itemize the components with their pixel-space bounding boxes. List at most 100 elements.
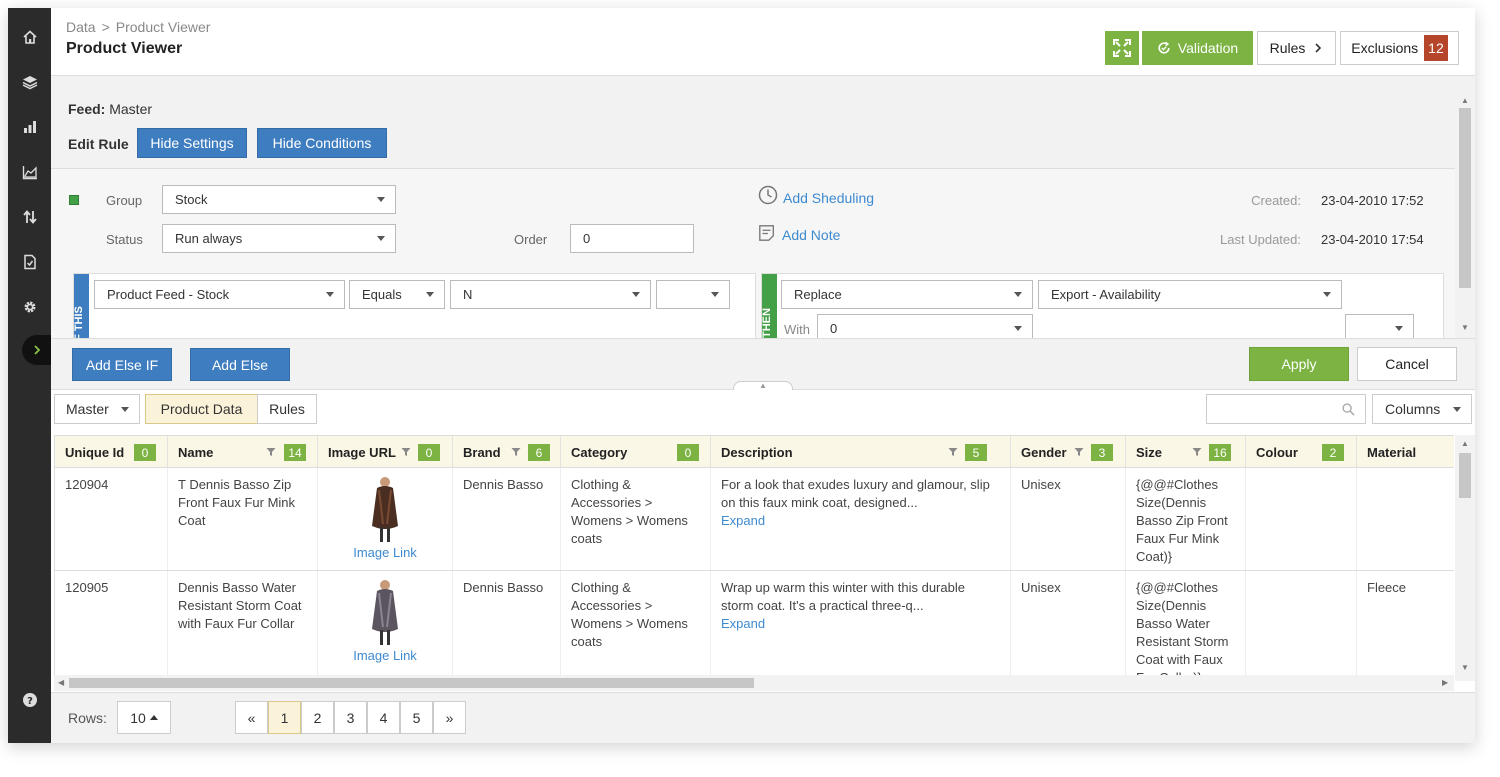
caret-down-icon <box>1395 326 1403 331</box>
search-icon <box>1342 402 1355 416</box>
column-header[interactable]: Unique Id 0 <box>55 436 168 469</box>
area-chart-icon[interactable] <box>8 160 51 184</box>
filter-icon[interactable] <box>401 447 411 457</box>
scroll-up-icon[interactable]: ▲ <box>1461 96 1469 105</box>
filter-icon[interactable] <box>511 447 521 457</box>
sidebar-expand-button[interactable] <box>22 335 52 365</box>
cell-brand: Dennis Basso <box>453 468 561 570</box>
image-link[interactable]: Image Link <box>328 544 442 562</box>
rules-button[interactable]: Rules <box>1257 31 1336 65</box>
columns-select[interactable]: Columns <box>1372 394 1472 424</box>
exclusions-button[interactable]: Exclusions 12 <box>1340 31 1459 65</box>
gear-icon[interactable] <box>8 295 51 319</box>
column-count-badge: 14 <box>284 444 306 461</box>
order-input[interactable]: 0 <box>570 224 694 253</box>
cell-text: Unisex <box>1021 580 1061 595</box>
column-header[interactable]: Size 16 <box>1126 436 1246 469</box>
scroll-right-icon[interactable]: ▶ <box>1442 678 1448 687</box>
with-value-select[interactable]: 0 <box>817 314 1033 338</box>
apply-button[interactable]: Apply <box>1249 347 1349 381</box>
add-note-link[interactable]: Add Note <box>758 223 840 243</box>
created-label: Created: <box>1251 193 1301 208</box>
expand-link[interactable]: Expand <box>721 512 1000 530</box>
column-header[interactable]: Name 14 <box>168 436 318 469</box>
expand-link[interactable]: Expand <box>721 615 1000 633</box>
document-icon[interactable] <box>8 250 51 274</box>
cell-colour <box>1246 571 1357 675</box>
group-select[interactable]: Stock <box>162 185 396 214</box>
pagination-page[interactable]: 4 <box>367 701 400 734</box>
columns-label: Columns <box>1385 401 1441 417</box>
pagination-next[interactable]: » <box>433 701 466 734</box>
cell-name: T Dennis Basso Zip Front Faux Fur Mink C… <box>168 468 318 570</box>
column-header[interactable]: Gender 3 <box>1011 436 1126 469</box>
order-value: 0 <box>583 231 591 246</box>
status-select[interactable]: Run always <box>162 224 396 253</box>
filter-icon[interactable] <box>1074 447 1084 457</box>
breadcrumb-data[interactable]: Data <box>66 19 96 35</box>
tab-product-data[interactable]: Product Data <box>145 394 258 424</box>
condition-field-select[interactable]: Product Feed - Stock <box>94 280 345 309</box>
home-icon[interactable] <box>8 25 51 49</box>
rows-per-page-select[interactable]: 10 <box>117 701 171 734</box>
pagination-page[interactable]: 1 <box>268 701 301 734</box>
grid-horizontal-scrollbar[interactable]: ◀ ▶ <box>54 675 1454 691</box>
rule-area-scrollbar[interactable]: ▲ ▼ <box>1455 76 1475 338</box>
condition-operator-select[interactable]: Equals <box>349 280 445 309</box>
column-header[interactable]: Category 0 <box>561 436 711 469</box>
pagination-prev[interactable]: « <box>235 701 268 734</box>
feed-select[interactable]: Master <box>54 394 140 424</box>
pagination-page[interactable]: 2 <box>301 701 334 734</box>
condition-extra-select[interactable] <box>656 280 730 309</box>
tab-rules[interactable]: Rules <box>257 394 317 424</box>
pagination-page[interactable]: 3 <box>334 701 367 734</box>
grid-vertical-scrollbar[interactable]: ▲ ▼ <box>1455 435 1475 681</box>
column-header-label: Image URL <box>328 445 396 460</box>
filter-icon[interactable] <box>266 447 276 457</box>
scroll-up-icon[interactable]: ▲ <box>1461 439 1469 448</box>
layers-icon[interactable] <box>8 70 51 94</box>
column-header-label: Brand <box>463 445 501 460</box>
action-type-select[interactable]: Replace <box>781 280 1033 309</box>
with-extra-select[interactable] <box>1345 314 1414 338</box>
add-else-button[interactable]: Add Else <box>190 348 290 381</box>
hide-settings-button[interactable]: Hide Settings <box>137 128 247 158</box>
bar-chart-icon[interactable] <box>8 115 51 139</box>
table-row[interactable]: 120904 T Dennis Basso Zip Front Faux Fur … <box>55 468 1454 571</box>
table-row[interactable]: 120905 Dennis Basso Water Resistant Storm… <box>55 571 1454 675</box>
validation-button[interactable]: Validation <box>1142 31 1253 65</box>
cancel-button[interactable]: Cancel <box>1357 347 1457 381</box>
hide-conditions-button[interactable]: Hide Conditions <box>257 128 387 158</box>
feed-info: Feed: Master <box>68 101 152 117</box>
column-count-badge: 16 <box>1209 444 1231 461</box>
column-header[interactable]: Brand 6 <box>453 436 561 469</box>
transfer-icon[interactable] <box>8 205 51 229</box>
column-header-label: Description <box>721 445 793 460</box>
search-input[interactable] <box>1206 394 1366 424</box>
scrollbar-thumb[interactable] <box>1459 108 1471 288</box>
with-value: 0 <box>830 321 838 336</box>
column-header[interactable]: Image URL 0 <box>318 436 453 469</box>
add-else-if-button[interactable]: Add Else IF <box>72 348 172 381</box>
scrollbar-thumb[interactable] <box>69 678 754 688</box>
scroll-left-icon[interactable]: ◀ <box>58 678 64 687</box>
column-header[interactable]: Description 5 <box>711 436 1011 469</box>
cell-text: Clothing & Accessories > Womens > Womens… <box>571 477 688 546</box>
scroll-down-icon[interactable]: ▼ <box>1461 663 1469 672</box>
caret-down-icon <box>426 292 434 297</box>
filter-icon[interactable] <box>1192 447 1202 457</box>
add-scheduling-link[interactable]: Add Sheduling <box>758 184 874 206</box>
scrollbar-thumb[interactable] <box>1459 453 1471 498</box>
column-header[interactable]: Colour 2 <box>1246 436 1357 469</box>
pagination-page[interactable]: 5 <box>400 701 433 734</box>
fullscreen-button[interactable] <box>1105 31 1139 65</box>
column-header-label: Size <box>1136 445 1163 460</box>
sidebar: ? <box>8 8 51 743</box>
image-link[interactable]: Image Link <box>328 647 442 665</box>
scroll-down-icon[interactable]: ▼ <box>1461 323 1469 332</box>
help-icon[interactable]: ? <box>8 688 51 712</box>
action-target-select[interactable]: Export - Availability <box>1038 280 1342 309</box>
filter-icon[interactable] <box>948 447 958 457</box>
condition-value-select[interactable]: N <box>450 280 651 309</box>
column-header[interactable]: Material4 <box>1357 436 1454 469</box>
